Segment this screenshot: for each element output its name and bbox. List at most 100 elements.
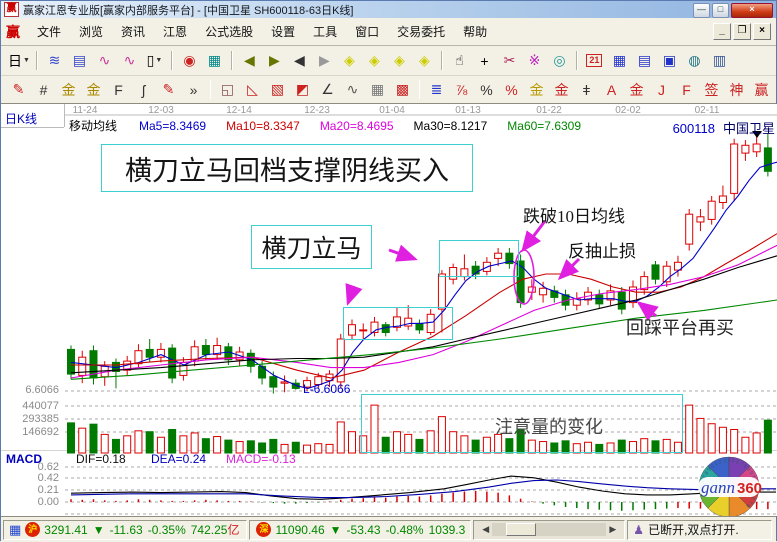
period-day-button[interactable]: 日▼ xyxy=(7,49,31,72)
pan-left-icon[interactable]: ◈ xyxy=(338,49,361,72)
candle-body xyxy=(438,274,445,309)
angle-lines-icon[interactable]: ∠ xyxy=(316,78,339,101)
minute3-chart-icon[interactable]: ∿ xyxy=(93,49,116,72)
zoom-out-icon[interactable]: ◈ xyxy=(413,49,436,72)
gold-ratio-icon[interactable]: 金 xyxy=(57,78,80,101)
more-tools-chevron[interactable]: » xyxy=(182,78,205,101)
volume-bar xyxy=(214,437,221,453)
red-grid-icon[interactable]: ▩ xyxy=(391,78,414,101)
gold-section-icon[interactable]: 金 xyxy=(82,78,105,101)
print-icon[interactable]: ▥ xyxy=(708,49,731,72)
mdi-close-button[interactable]: × xyxy=(753,23,771,40)
menu-trade[interactable]: 交易委托 xyxy=(388,20,454,43)
gold-circle-icon[interactable]: 金 xyxy=(525,78,548,101)
minute9-chart-icon[interactable]: ∿ xyxy=(118,49,141,72)
grid-lines-icon[interactable]: # xyxy=(32,78,55,101)
pan-right-icon[interactable]: ◈ xyxy=(363,49,386,72)
menu-formula-stock[interactable]: 公式选股 xyxy=(196,20,262,43)
symbol-code: 600118 xyxy=(673,121,715,136)
gold-line-icon[interactable]: 金 xyxy=(550,78,573,101)
menu-info[interactable]: 资讯 xyxy=(112,20,154,43)
title-bar[interactable]: 赢 赢家江恩专业版[赢家内部服务平台] - [中国卫星 SH600118-63日… xyxy=(1,1,776,18)
gann-box-icon[interactable]: ◩ xyxy=(291,78,314,101)
erase-brush-icon[interactable]: ✎ xyxy=(157,78,180,101)
volume-bar xyxy=(180,436,187,453)
report-icon[interactable]: ▤ xyxy=(633,49,656,72)
j-angle-icon[interactable]: J xyxy=(650,78,673,101)
menu-settings[interactable]: 设置 xyxy=(262,20,304,43)
menu-window[interactable]: 窗口 xyxy=(346,20,388,43)
gann-fan-icon[interactable]: ◺ xyxy=(241,78,264,101)
menu-help[interactable]: 帮助 xyxy=(454,20,496,43)
horizontal-scrollbar[interactable]: ◀ ▶ xyxy=(473,520,625,540)
gann-grid-icon[interactable]: ▧ xyxy=(266,78,289,101)
wave-tool-icon[interactable]: ∿ xyxy=(341,78,364,101)
logo-word: gann xyxy=(701,478,735,497)
candle-body xyxy=(764,148,771,171)
close-button[interactable]: × xyxy=(731,3,773,18)
shanghai-index-panel[interactable]: ▦ 沪 3291.41 ▼ -11.63 -0.35% 742.25 亿 xyxy=(3,520,247,540)
scrollbar-track[interactable] xyxy=(492,523,606,536)
a-wave-icon[interactable]: A xyxy=(600,78,623,101)
spiral-tool-icon[interactable]: ʃ xyxy=(132,78,155,101)
smart-analysis-icon[interactable]: ◎ xyxy=(548,49,571,72)
multi-line-icon[interactable]: ≣ xyxy=(425,78,448,101)
prev-bar-icon[interactable]: ◀ xyxy=(288,49,311,72)
ying-angle-icon[interactable]: 赢 xyxy=(750,78,773,101)
volume-bar xyxy=(697,418,704,453)
f-angle-icon[interactable]: F xyxy=(675,78,698,101)
x-axis-label: 12-23 xyxy=(304,105,330,116)
trend-net-icon[interactable]: ≋ xyxy=(43,49,66,72)
macd-axis-label: 0.21 xyxy=(1,484,59,496)
quote-grid-icon: ▦ xyxy=(9,522,21,538)
annotation-arrow-icon xyxy=(348,286,354,303)
zoom-in-icon[interactable]: ◈ xyxy=(388,49,411,72)
maximize-button[interactable]: □ xyxy=(712,3,729,18)
gann360-logo: 5 6 7 8 9 0 1 2 3 4 5 6 7 8 9 0 1 2 3 4 … xyxy=(698,457,762,516)
last-page-icon[interactable]: ▶ xyxy=(263,49,286,72)
percent-icon[interactable]: % xyxy=(475,78,498,101)
mdi-restore-button[interactable]: ❐ xyxy=(733,23,751,40)
volume-bar xyxy=(124,436,131,453)
mark-tool-icon[interactable]: ※ xyxy=(523,49,546,72)
volume-bar xyxy=(349,432,356,453)
calendar-icon[interactable]: 21 xyxy=(583,49,606,72)
menu-tools[interactable]: 工具 xyxy=(304,20,346,43)
menu-file[interactable]: 文件 xyxy=(28,20,70,43)
box-tool-icon[interactable]: ◱ xyxy=(216,78,239,101)
grid-tool-icon[interactable]: ▦ xyxy=(366,78,389,101)
percent7-icon[interactable]: ⅞ xyxy=(450,78,473,101)
restore-chart-icon[interactable]: ◉ xyxy=(178,49,201,72)
minimize-button[interactable]: — xyxy=(693,3,710,18)
draw-brush-icon[interactable]: ✎ xyxy=(7,78,30,101)
percent3-icon[interactable]: % xyxy=(500,78,523,101)
distribution-icon[interactable]: ▦ xyxy=(203,49,226,72)
crosshair-tool-icon[interactable]: + xyxy=(473,49,496,72)
quote-list-icon[interactable]: ▤ xyxy=(68,49,91,72)
annotation-break-ma10: 跌破10日均线 xyxy=(523,202,625,227)
candle-style-button[interactable]: ▯▼ xyxy=(143,49,166,72)
candle-body xyxy=(540,288,547,295)
fib-lines-icon[interactable]: F xyxy=(107,78,130,101)
scroll-right-icon[interactable]: ▶ xyxy=(606,524,619,535)
menu-browse[interactable]: 浏览 xyxy=(70,20,112,43)
calculator-icon[interactable]: ▦ xyxy=(608,49,631,72)
save-icon[interactable]: ▣ xyxy=(658,49,681,72)
gold-angle-icon[interactable]: 金 xyxy=(625,78,648,101)
shen-angle-icon[interactable]: 神 xyxy=(725,78,748,101)
scroll-left-icon[interactable]: ◀ xyxy=(479,524,492,535)
candle-pen-icon[interactable]: ǂ xyxy=(575,78,598,101)
first-page-icon[interactable]: ◀ xyxy=(238,49,261,72)
mdi-minimize-button[interactable]: _ xyxy=(713,23,731,40)
menu-gann[interactable]: 江恩 xyxy=(154,20,196,43)
qian-angle-icon[interactable]: 签 xyxy=(700,78,723,101)
connection-status-panel[interactable]: ♟ 已断开,双点打开. xyxy=(627,520,772,540)
hand-tool-icon[interactable]: ☝ xyxy=(448,49,471,72)
sync-web-icon[interactable]: ◍ xyxy=(683,49,706,72)
shenzhen-index-panel[interactable]: 深 11090.46 ▼ -53.43 -0.48% 1039.3 xyxy=(249,520,471,540)
next-bar-icon[interactable]: ▶ xyxy=(313,49,336,72)
measure-tool-icon[interactable]: ✂ xyxy=(498,49,521,72)
volume-axis-label: 293385 xyxy=(1,413,59,425)
scrollbar-thumb[interactable] xyxy=(506,523,536,536)
app-badge-icon: 赢 xyxy=(6,22,20,42)
